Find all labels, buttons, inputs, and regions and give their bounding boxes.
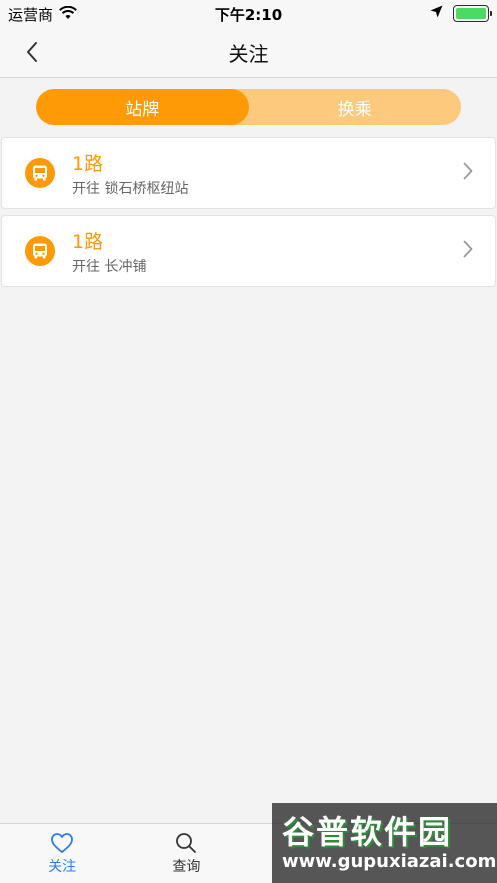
chevron-right-icon — [463, 162, 473, 184]
route-name: 1路 — [72, 153, 104, 175]
tab-label: 查询 — [172, 859, 201, 875]
location-arrow-icon — [430, 4, 443, 22]
tab-search[interactable]: 查询 — [124, 824, 248, 883]
watermark-url: www.gupuxiazai.com — [282, 851, 497, 872]
tab-follow[interactable]: 关注 — [0, 824, 124, 883]
status-time: 下午2:10 — [214, 6, 283, 24]
status-right-group — [430, 4, 492, 22]
battery-fill — [456, 7, 486, 19]
chevron-right-icon — [463, 240, 473, 262]
favorite-list-item[interactable]: 1路 开往 锁石桥枢纽站 — [1, 137, 496, 209]
segment-control: 站牌 换乘 — [36, 89, 461, 125]
bus-icon — [25, 236, 55, 266]
search-icon — [176, 833, 197, 853]
route-destination: 开往 长冲铺 — [72, 259, 147, 275]
watermark-logo: 谷普软件园 — [282, 813, 453, 851]
battery-icon — [453, 4, 492, 22]
segment-tab-stops[interactable]: 站牌 — [36, 89, 249, 125]
bus-icon — [25, 158, 55, 188]
segment-tab-transfer[interactable]: 换乘 — [249, 89, 462, 125]
watermark-overlay: 谷普软件园 www.gupuxiazai.com — [272, 803, 497, 883]
status-bar: 运营商 下午2:10 — [0, 0, 497, 26]
route-name: 1路 — [72, 231, 104, 253]
nav-bar: 关注 — [0, 26, 497, 78]
page-title: 关注 — [228, 42, 269, 66]
heart-icon — [51, 833, 74, 853]
tab-label: 关注 — [48, 859, 77, 875]
app-screen: 运营商 下午2:10 关注 站牌 换乘 1路 开往 锁石桥枢纽站 1路 开往 长… — [0, 0, 497, 883]
route-destination: 开往 锁石桥枢纽站 — [72, 181, 189, 197]
favorite-list-item[interactable]: 1路 开往 长冲铺 — [1, 215, 496, 287]
